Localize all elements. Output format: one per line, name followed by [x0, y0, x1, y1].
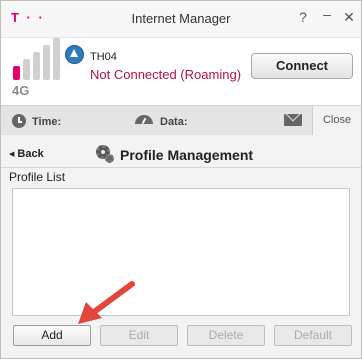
page-title: Profile Management: [120, 147, 254, 163]
signal-bar: [43, 45, 50, 80]
close-panel-tab[interactable]: Close: [312, 105, 361, 135]
delete-profile-button[interactable]: Delete: [187, 325, 265, 346]
time-label: Time:: [32, 116, 62, 128]
clock-icon: [12, 114, 26, 128]
network-type-label: 4G: [12, 83, 30, 98]
mail-icon[interactable]: [284, 114, 302, 126]
header-divider: [1, 167, 361, 168]
usage-info-bar: Time: Data:: [1, 105, 361, 136]
back-button[interactable]: ◀ Back: [9, 148, 44, 160]
set-default-button[interactable]: Default: [274, 325, 352, 346]
gauge-icon: [135, 115, 153, 124]
profile-list-label: Profile List: [9, 170, 66, 184]
minimize-button[interactable]: –: [319, 6, 335, 22]
signal-bar: [23, 59, 30, 80]
close-window-button[interactable]: ✕: [341, 9, 357, 26]
edit-profile-button[interactable]: Edit: [100, 325, 178, 346]
network-name: TH04: [90, 51, 117, 63]
back-label: Back: [17, 148, 44, 160]
help-button[interactable]: ?: [295, 9, 311, 25]
connection-status-panel: 4G TH04 Not Connected (Roaming) Connect: [1, 37, 361, 106]
signal-bar: [33, 52, 40, 80]
add-profile-button[interactable]: Add: [13, 325, 91, 346]
connect-button[interactable]: Connect: [251, 53, 353, 79]
data-label: Data:: [160, 116, 188, 128]
connection-status-text: Not Connected (Roaming): [90, 67, 242, 82]
internet-manager-window: T · · Internet Manager ? – ✕ 4G TH04 Not…: [0, 0, 362, 359]
roaming-triangle-icon: [65, 45, 84, 64]
signal-bar: [13, 66, 20, 80]
signal-bar: [53, 38, 60, 80]
small-gear-icon: [105, 154, 114, 163]
back-arrow-icon: ◀: [9, 151, 15, 158]
profile-management-panel: ◀ Back Profile Management Profile List Ad…: [1, 135, 361, 358]
profile-list[interactable]: [12, 188, 350, 316]
title-bar: T · · Internet Manager ? – ✕: [1, 1, 361, 37]
